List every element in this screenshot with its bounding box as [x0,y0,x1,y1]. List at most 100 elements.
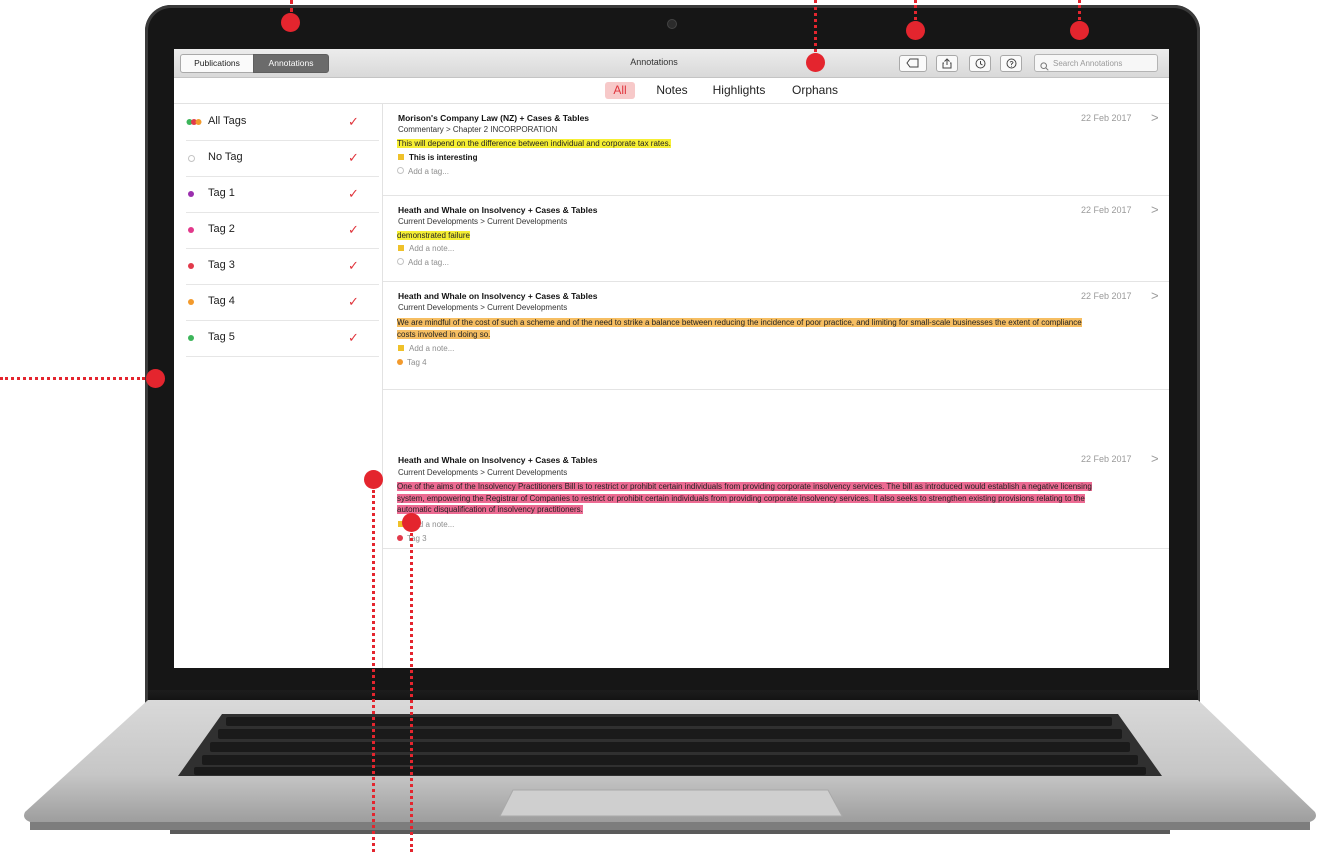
chevron-right-icon[interactable]: > [1151,110,1159,125]
segment-publications[interactable]: Publications [180,54,254,73]
tag-label: Tag 1 [208,187,235,199]
toolbar: Publications Annotations Annotations [174,49,1169,78]
add-tag[interactable]: Add a tag... [397,258,449,267]
annotation-item[interactable]: Heath and Whale on Insolvency + Cases & … [383,390,1169,549]
window-title: Annotations [630,57,678,67]
filter-tab-orphans[interactable]: Orphans [785,82,845,99]
publication-title: Morison's Company Law (NZ) + Cases & Tab… [398,113,590,123]
tag-dot-icon [188,335,194,341]
annotation-date: 22 Feb 2017 [1081,454,1132,464]
callout-leader [814,0,817,52]
tag-button[interactable] [899,55,927,72]
annotation-item[interactable]: Heath and Whale on Insolvency + Cases & … [383,196,1169,282]
checkmark-icon: ✓ [348,150,359,165]
callout-marker [906,21,925,40]
callout-leader [372,490,375,852]
chevron-right-icon[interactable]: > [1151,451,1159,466]
annotation-item[interactable]: Morison's Company Law (NZ) + Cases & Tab… [383,104,1169,196]
search-input[interactable] [1053,55,1153,71]
publication-title: Heath and Whale on Insolvency + Cases & … [398,205,598,215]
tag-row-all-tags[interactable]: All Tags ✓ [186,104,379,141]
filter-bar: All Notes Highlights Orphans [174,78,1169,104]
tag-dot-icon [188,191,194,197]
tag-label: Tag 4 [208,295,235,307]
tag-sidebar: All Tags ✓ No Tag ✓ Tag 1 ✓ Tag 2 ✓ Tag … [174,104,383,668]
share-button[interactable] [936,55,958,72]
publication-title: Heath and Whale on Insolvency + Cases & … [398,455,598,465]
add-note[interactable]: Add a note... [398,344,454,353]
app-window: Publications Annotations Annotations All… [174,49,1169,668]
callout-leader [914,0,917,20]
note[interactable]: This is interesting [398,153,477,162]
share-icon [942,58,952,69]
tag-label[interactable]: Tag 4 [397,358,427,367]
callout-marker [281,13,300,32]
camera-icon [667,19,677,29]
search-field[interactable] [1034,54,1158,72]
callout-leader [410,533,413,852]
empty-tag-dot-icon [188,155,195,162]
multi-color-tag-icon [186,119,202,125]
callout-marker [364,470,383,489]
search-icon [1040,58,1049,76]
help-button[interactable] [1000,55,1022,72]
callout-marker [402,513,421,532]
annotation-date: 22 Feb 2017 [1081,205,1132,215]
note-icon [398,344,404,351]
checkmark-icon: ✓ [348,294,359,309]
checkmark-icon: ✓ [348,330,359,345]
checkmark-icon: ✓ [348,258,359,273]
callout-marker [1070,21,1089,40]
tag-label: Tag 5 [208,331,235,343]
annotation-path: Current Developments > Current Developme… [398,468,568,477]
annotation-date: 22 Feb 2017 [1081,113,1132,123]
tag-dot-icon [188,263,194,269]
tag-dot-icon [397,358,403,365]
help-icon [1006,58,1016,69]
callout-leader [0,377,145,380]
filter-tab-highlights[interactable]: Highlights [706,82,772,99]
segment-annotations[interactable]: Annotations [253,54,329,73]
checkmark-icon: ✓ [348,186,359,201]
tag-row-tag-2[interactable]: Tag 2 ✓ [186,212,379,249]
chevron-right-icon[interactable]: > [1151,288,1159,303]
callout-leader [290,0,293,12]
note-icon [398,244,404,251]
add-note[interactable]: Add a note... [398,244,454,253]
callout-marker [806,53,825,72]
annotation-path: Current Developments > Current Developme… [398,303,568,312]
publication-title: Heath and Whale on Insolvency + Cases & … [398,291,598,301]
tag-row-no-tag[interactable]: No Tag ✓ [186,140,379,177]
filter-tab-all[interactable]: All [605,82,635,99]
checkmark-icon: ✓ [348,114,359,129]
checkmark-icon: ✓ [348,222,359,237]
annotation-date: 22 Feb 2017 [1081,291,1132,301]
annotation-item[interactable]: Heath and Whale on Insolvency + Cases & … [383,282,1169,390]
annotation-path: Current Developments > Current Developme… [398,217,568,226]
tag-label: Tag 3 [208,259,235,271]
history-button[interactable] [969,55,991,72]
tag-dot-icon [188,299,194,305]
highlight-text: One of the aims of the Insolvency Practi… [397,482,1092,514]
tag-row-tag-5[interactable]: Tag 5 ✓ [186,320,379,357]
note-icon [398,153,404,160]
add-tag[interactable]: Add a tag... [397,167,449,176]
annotation-list: Morison's Company Law (NZ) + Cases & Tab… [383,104,1169,668]
tag-row-tag-4[interactable]: Tag 4 ✓ [186,284,379,321]
highlight-text: We are mindful of the cost of such a sch… [397,318,1082,339]
tag-row-tag-1[interactable]: Tag 1 ✓ [186,176,379,213]
highlight-text: This will depend on the difference betwe… [397,139,671,148]
empty-tag-dot-icon [397,167,404,175]
tag-row-tag-3[interactable]: Tag 3 ✓ [186,248,379,285]
tag-icon [906,58,919,68]
tag-label: Tag 2 [208,223,235,235]
callout-leader [1078,0,1081,20]
chevron-right-icon[interactable]: > [1151,202,1159,217]
tag-label: No Tag [208,151,243,163]
annotation-path: Commentary > Chapter 2 INCORPORATION [398,125,558,134]
filter-tab-notes[interactable]: Notes [648,82,696,99]
tag-label: All Tags [208,115,247,127]
tag-dot-icon [188,227,194,233]
laptop-base [0,700,1340,852]
empty-tag-dot-icon [397,258,404,266]
